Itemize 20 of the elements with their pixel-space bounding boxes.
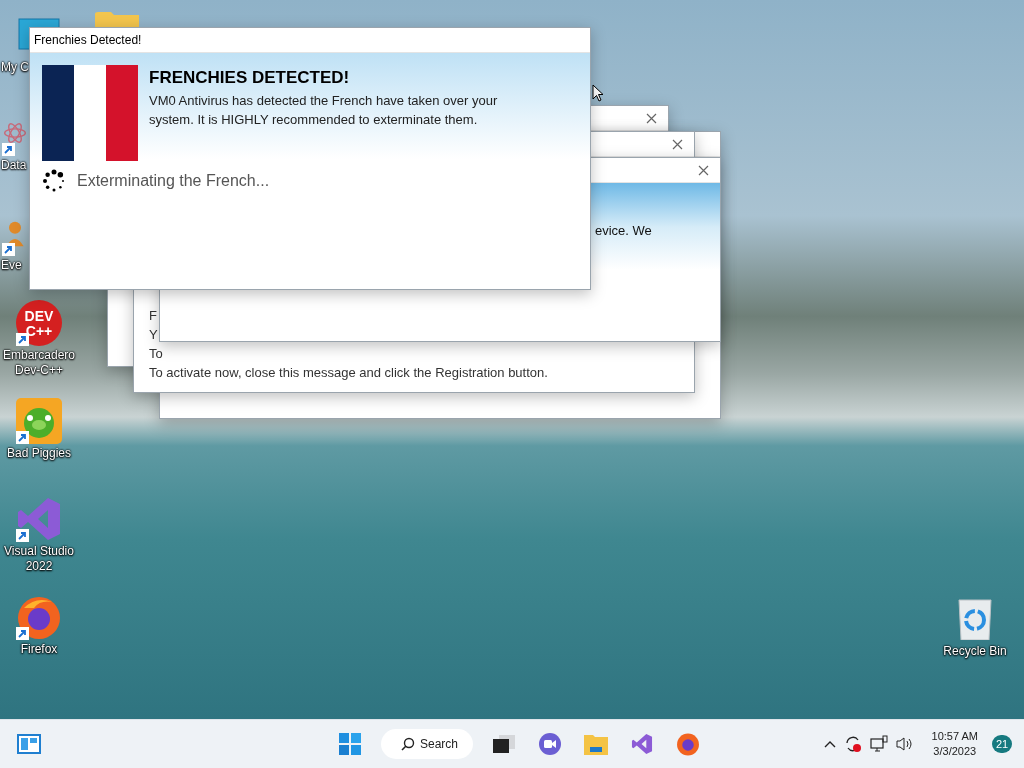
desktop-icon-label[interactable]: Recycle Bin	[943, 644, 1007, 659]
dialog-heading: FRENCHIES DETECTED!	[149, 68, 351, 88]
desktop-icon-label[interactable]: Visual Studio 2022	[0, 544, 78, 574]
status-text: Exterminating the French...	[77, 172, 270, 190]
desktop-icon-label[interactable]: Firefox	[20, 642, 58, 657]
clock-date[interactable]: 3/3/2023	[933, 744, 977, 759]
message-line: F	[149, 307, 158, 324]
message-line: To activate now, close this message and click the Registration button.	[149, 364, 549, 381]
message-line: Y	[149, 326, 159, 343]
message-text: evice. We	[594, 222, 653, 238]
message-line: To	[149, 345, 164, 362]
window-title: Frenchies Detected!	[34, 33, 142, 47]
notification-count[interactable]: 21	[992, 735, 1012, 753]
desktop-icon-label[interactable]: Embarcadero Dev-C++	[0, 348, 78, 378]
devcpp-logo: DEV C++	[16, 300, 62, 346]
dialog-message: VM0 Antivirus has detected the French have taken over your system. It is HIGHLY recommended to exterminate them.	[149, 92, 499, 129]
search-button[interactable]: Search	[381, 729, 473, 759]
desktop-icon-label[interactable]: Bad Piggies	[6, 446, 71, 461]
clock-time[interactable]: 10:57 AM	[931, 729, 978, 744]
desktop-icon-label[interactable]: Eve	[1, 258, 22, 273]
